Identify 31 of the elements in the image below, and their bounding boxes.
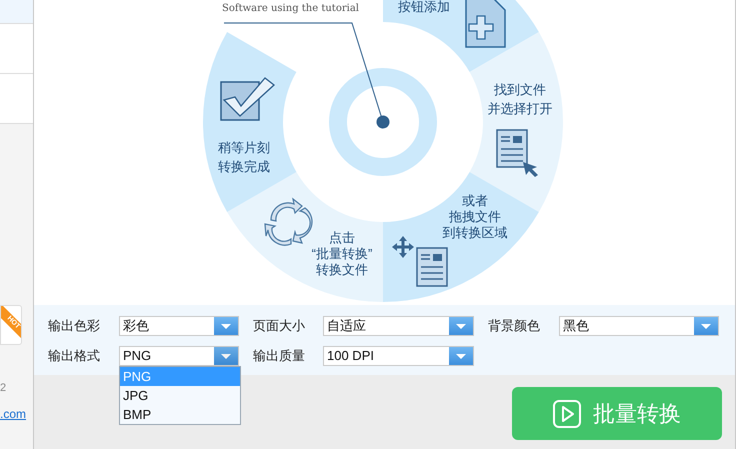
step-label: 找到文件 并选择打开 <box>486 81 554 118</box>
dropdown-arrow-icon <box>221 354 231 358</box>
dropdown-option[interactable]: JPG <box>120 386 240 405</box>
step-label: 或者 拖拽文件 到转换区域 <box>442 193 508 241</box>
sidebar-row[interactable] <box>0 24 33 74</box>
sidebar-row[interactable] <box>0 74 33 124</box>
checkbox-check-icon <box>220 77 275 121</box>
sidebar-text: 2 <box>0 381 6 396</box>
dropdown-arrow-icon <box>456 324 466 328</box>
select-field[interactable]: 自适应 <box>323 316 474 336</box>
refresh-arrows-icon <box>264 198 313 246</box>
play-icon <box>553 400 581 428</box>
field-label: 页面大小 <box>253 317 306 336</box>
document-plus-icon <box>465 0 506 48</box>
select-field[interactable]: 彩色 <box>119 316 239 336</box>
dropdown-option[interactable]: BMP <box>120 405 240 424</box>
field-label: 输出色彩 <box>48 317 101 336</box>
field-label: 输出格式 <box>48 347 101 366</box>
dropdown-arrow-icon <box>701 324 711 328</box>
dropdown-arrow-icon <box>221 324 231 328</box>
select-field[interactable]: 100 DPI <box>323 346 474 366</box>
dropdown-arrow-icon <box>456 354 466 358</box>
field-label: 输出质量 <box>253 347 306 366</box>
field-label: 背景颜色 <box>488 317 541 336</box>
document-cursor-icon <box>496 129 538 177</box>
select-field[interactable]: 黑色 <box>559 316 719 336</box>
step-label: 稍等片刻 转换完成 <box>218 139 271 176</box>
step-label: 按钮添加 <box>398 0 451 16</box>
step-label: 点击 “批量转换” 转换文件 <box>310 230 374 278</box>
diagram-caption: Software using the tutorial <box>222 2 359 16</box>
sidebar-link[interactable]: .com <box>0 405 26 423</box>
